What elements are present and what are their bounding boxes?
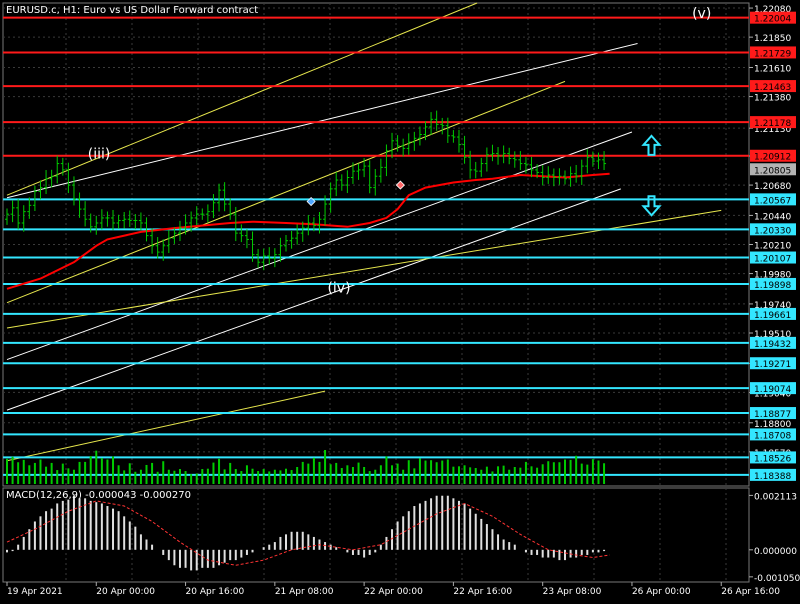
macd-axis-label: 0.000000 bbox=[754, 547, 797, 557]
horizontal-levels[interactable] bbox=[3, 16, 749, 476]
axis-tick-label: 1.21850 bbox=[754, 34, 791, 44]
resistance-label: 1.20912 bbox=[754, 153, 791, 163]
trend-line[interactable] bbox=[6, 390, 326, 462]
trend-line[interactable] bbox=[6, 80, 566, 304]
axis-tick-label: 1.18800 bbox=[754, 420, 791, 430]
time-label: 23 Apr 08:00 bbox=[543, 587, 602, 597]
resistance-label: 1.21178 bbox=[754, 119, 791, 129]
resistance-label: 1.21463 bbox=[754, 83, 791, 93]
axis-tick-label: 1.20210 bbox=[754, 242, 791, 252]
macd-frame bbox=[2, 487, 750, 583]
macd-signal-line bbox=[6, 500, 610, 566]
support-label: 1.18708 bbox=[754, 431, 791, 441]
support-label: 1.19432 bbox=[754, 340, 791, 350]
macd-axis-label: 0.002113 bbox=[754, 492, 797, 502]
wave-label[interactable]: (iii) bbox=[88, 147, 111, 163]
time-label: 22 Apr 00:00 bbox=[364, 587, 423, 597]
resistance-label: 1.22004 bbox=[754, 15, 791, 25]
wave-label[interactable]: (v) bbox=[692, 6, 711, 22]
chart-canvas[interactable]: 0.002113 0.000000 -0.001050 (iii) (iv) (v) 1… bbox=[0, 0, 800, 600]
support-label: 1.18526 bbox=[754, 454, 791, 464]
volume-bars bbox=[6, 450, 606, 484]
support-label: 1.20330 bbox=[754, 226, 791, 236]
axis-tick-label: 1.21380 bbox=[754, 94, 791, 104]
time-label: 26 Apr 00:00 bbox=[632, 587, 691, 597]
resistance-label: 1.21729 bbox=[754, 49, 791, 59]
time-label: 22 Apr 16:00 bbox=[453, 587, 512, 597]
support-label: 1.19074 bbox=[754, 385, 791, 395]
support-label: 1.19898 bbox=[754, 281, 791, 291]
support-label: 1.20107 bbox=[754, 255, 791, 265]
time-label: 26 Apr 16:00 bbox=[721, 587, 780, 597]
support-label: 1.19661 bbox=[754, 311, 791, 321]
support-label: 1.19271 bbox=[754, 360, 791, 370]
axis-tick-label: 1.20680 bbox=[754, 182, 791, 192]
trading-terminal[interactable]: 0.002113 0.000000 -0.001050 (iii) (iv) (v) 1… bbox=[0, 0, 800, 600]
support-label: 1.18388 bbox=[754, 472, 791, 482]
price-axis: 1.220801.218501.216101.213801.211301.209… bbox=[749, 5, 796, 482]
sell-signal-icon[interactable] bbox=[395, 180, 405, 190]
wave-label[interactable]: (iv) bbox=[327, 281, 350, 297]
macd-panel: 0.002113 0.000000 -0.001050 bbox=[6, 492, 800, 584]
macd-axis-label: -0.001050 bbox=[754, 574, 800, 584]
axis-tick-label: 1.21610 bbox=[754, 64, 791, 74]
time-label: 21 Apr 08:00 bbox=[275, 587, 334, 597]
arrow-up-outline-icon[interactable] bbox=[641, 134, 662, 156]
chart-annotations[interactable]: (iii) (iv) (v) bbox=[88, 6, 712, 296]
trend-line[interactable] bbox=[6, 2, 478, 196]
trend-line[interactable] bbox=[6, 131, 633, 361]
macd-label: MACD(12,26,9) -0.000043 -0.000270 bbox=[6, 490, 191, 501]
time-label: 20 Apr 16:00 bbox=[186, 587, 245, 597]
axis-tick-label: 1.20440 bbox=[754, 212, 791, 222]
support-label: 1.20567 bbox=[754, 196, 791, 206]
time-label: 20 Apr 00:00 bbox=[96, 587, 155, 597]
chart-title: EURUSD.c, H1: Euro vs US Dollar Forward … bbox=[6, 5, 258, 16]
time-label: 19 Apr 2021 bbox=[7, 587, 63, 597]
time-axis: 19 Apr 2021 20 Apr 00:00 20 Apr 16:00 21 Ap… bbox=[6, 582, 780, 597]
support-label: 1.18877 bbox=[754, 410, 791, 420]
trend-line[interactable] bbox=[6, 209, 722, 329]
current-price-label: 1.20805 bbox=[754, 166, 791, 176]
